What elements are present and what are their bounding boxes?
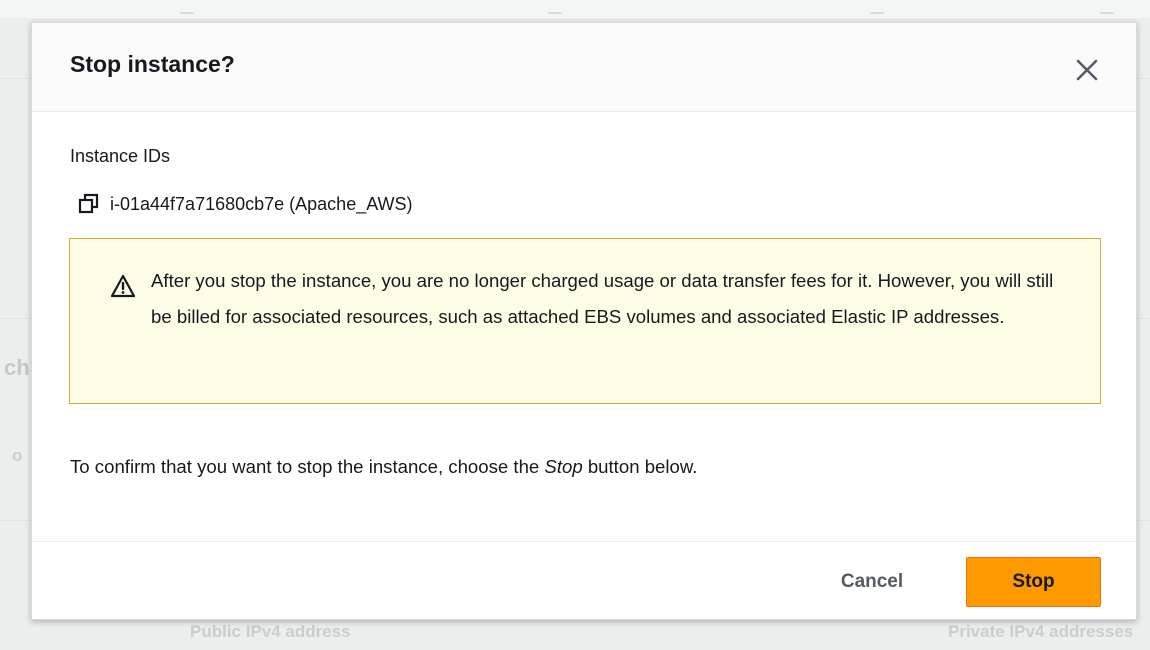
background-tick [1100,12,1114,14]
background-topbar [0,0,1150,18]
background-heading-fragment: ch [4,355,30,380]
dialog-title: Stop instance? [70,51,235,77]
confirm-text-emphasis: Stop [544,456,583,477]
instance-ids-label: Instance IDs [70,146,171,166]
dialog-header: Stop instance? [32,23,1136,112]
copy-button[interactable] [78,193,100,215]
warning-icon [111,274,135,298]
instance-id: i-01a44f7a71680cb7e (Apache_AWS) [110,194,413,214]
instance-id-row: i-01a44f7a71680cb7e (Apache_AWS) [78,191,413,217]
background-label-fragment: Private IPv4 addresses [948,622,1134,641]
dialog-footer-divider [32,541,1136,542]
copy-icon [78,193,99,214]
confirm-instructions: To confirm that you want to stop the ins… [70,454,697,480]
cancel-button[interactable]: Cancel [812,557,932,607]
close-button[interactable] [1072,55,1102,85]
warning-alert-text: After you stop the instance, you are no … [151,270,1054,327]
stop-button[interactable]: Stop [966,557,1101,607]
background-label-fragment: o [12,446,23,465]
confirm-text-end: button below. [582,456,698,477]
close-icon [1076,59,1098,81]
background-tick [870,12,884,14]
stop-instance-dialog: Stop instance? Instance IDs i-01a44f7a71… [31,22,1137,620]
warning-alert: After you stop the instance, you are no … [69,238,1101,404]
background-tick [180,12,194,14]
background-tick [548,12,562,14]
confirm-text-start: To confirm that you want to stop the ins… [70,456,545,477]
background-label-fragment: Public IPv4 address [190,622,351,641]
